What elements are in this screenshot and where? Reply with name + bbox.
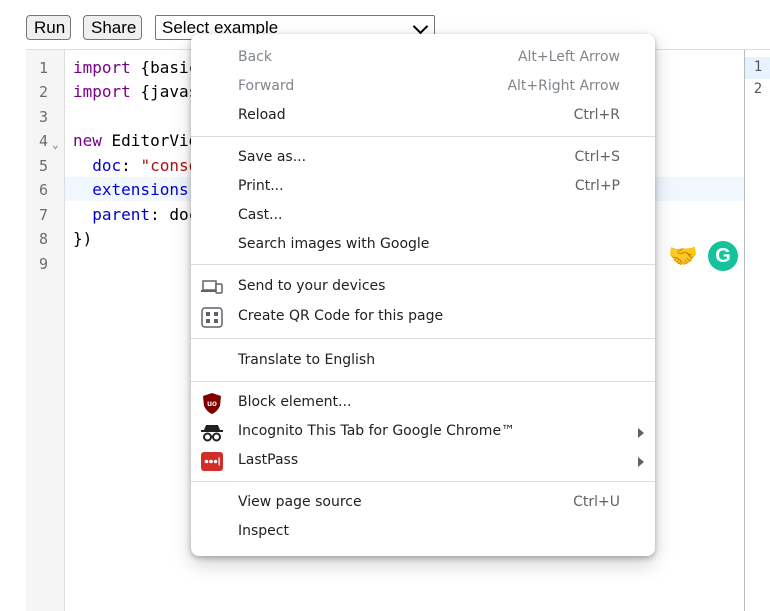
menu-item-search-images[interactable]: Search images with Google [191,231,655,260]
menu-item-label: Block element... [238,394,352,410]
menu-item-qr-code[interactable]: Create QR Code for this page [191,303,655,332]
menu-item-label: Incognito This Tab for Google Chrome™ [238,423,516,439]
code-line[interactable]: doc: "conso [73,156,198,175]
menu-item-block-element[interactable]: uo Block element... [191,389,655,418]
code-string: "conso [140,156,199,175]
menu-item-label: Forward [238,78,295,94]
incognito-icon [201,422,223,443]
code-text: : [121,156,141,175]
code-text: }) [73,229,93,248]
menu-item-save-as[interactable]: Save as... Ctrl+S [191,144,655,173]
menu-item-label: Inspect [238,523,289,539]
grammarly-icon[interactable]: G [708,241,738,271]
line-number: 1 [38,59,48,77]
menu-item-label: Send to your devices [238,278,386,294]
menu-item-label: Create QR Code for this page [238,308,444,324]
code-line[interactable]: new EditorVie [73,131,198,150]
menu-item-shortcut: Ctrl+S [574,149,620,165]
menu-item-print[interactable]: Print... Ctrl+P [191,173,655,202]
line-number: 2 [753,81,763,97]
menu-divider [191,338,655,339]
menu-divider [191,481,655,482]
devices-icon [201,277,223,298]
menu-item-label: Back [238,49,272,65]
code-text: {basic [130,58,199,77]
code-line[interactable]: parent: doc [73,205,198,224]
run-button[interactable]: Run [26,15,71,40]
menu-item-send-devices[interactable]: Send to your devices [191,273,655,302]
handshake-icon[interactable]: 🤝 [668,241,698,271]
menu-item-label: Save as... [238,149,307,165]
code-keyword: import [73,82,131,101]
code-line[interactable]: }) [73,229,92,248]
line-number: 7 [38,206,48,224]
code-line[interactable]: import {basic [73,58,198,77]
menu-item-incognito[interactable]: Incognito This Tab for Google Chrome™ [191,418,655,447]
menu-item-shortcut: Alt+Right Arrow [507,78,620,94]
menu-item-label: Search images with Google [238,236,430,252]
menu-item-label: LastPass [238,452,299,468]
code-property: extensions [73,180,189,199]
line-number: 8 [38,230,48,248]
share-button[interactable]: Share [83,15,142,40]
menu-item-label: Cast... [238,207,283,223]
menu-item-reload[interactable]: Reload Ctrl+R [191,102,655,131]
submenu-arrow-icon [638,428,644,438]
menu-item-label: Reload [238,107,286,123]
line-number: 5 [38,157,48,175]
context-menu: Back Alt+Left Arrow Forward Alt+Right Ar… [191,34,655,556]
line-number: 3 [38,108,48,126]
code-text: EditorVie [101,131,199,150]
menu-divider [191,381,655,382]
code-line[interactable]: extensions [73,180,189,199]
menu-item-shortcut: Ctrl+U [573,494,620,510]
menu-item-forward[interactable]: Forward Alt+Right Arrow [191,73,655,102]
menu-divider [191,264,655,265]
menu-item-shortcut: Ctrl+R [573,107,620,123]
qr-code-icon [201,307,223,328]
menu-item-lastpass[interactable]: LastPass [191,447,655,476]
menu-item-shortcut: Ctrl+P [574,178,620,194]
menu-item-cast[interactable]: Cast... [191,202,655,231]
lastpass-icon [201,451,223,472]
chevron-down-icon [412,18,429,35]
svg-text:uo: uo [207,399,217,408]
output-pane[interactable] [744,50,770,611]
submenu-arrow-icon [638,457,644,467]
fold-marker-icon[interactable]: ⌄ [52,138,59,151]
line-number: 9 [38,255,48,273]
code-line[interactable]: import {javas [73,82,198,101]
ublock-icon: uo [201,393,223,414]
menu-item-translate[interactable]: Translate to English [191,347,655,376]
menu-item-back[interactable]: Back Alt+Left Arrow [191,44,655,73]
code-keyword: new [73,131,102,150]
line-number: 2 [38,83,48,101]
menu-item-label: View page source [238,494,362,510]
code-keyword: import [73,58,131,77]
menu-item-inspect[interactable]: Inspect [191,518,655,547]
line-number: 1 [753,59,763,75]
code-text: {javas [130,82,199,101]
menu-item-shortcut: Alt+Left Arrow [517,49,620,65]
menu-item-label: Print... [238,178,284,194]
line-number: 6 [38,181,48,199]
code-property: parent [73,205,151,224]
menu-divider [191,136,655,137]
menu-item-label: Translate to English [238,352,376,368]
line-number: 4 [38,132,48,150]
menu-item-view-source[interactable]: View page source Ctrl+U [191,489,655,518]
code-property: doc [73,156,122,175]
